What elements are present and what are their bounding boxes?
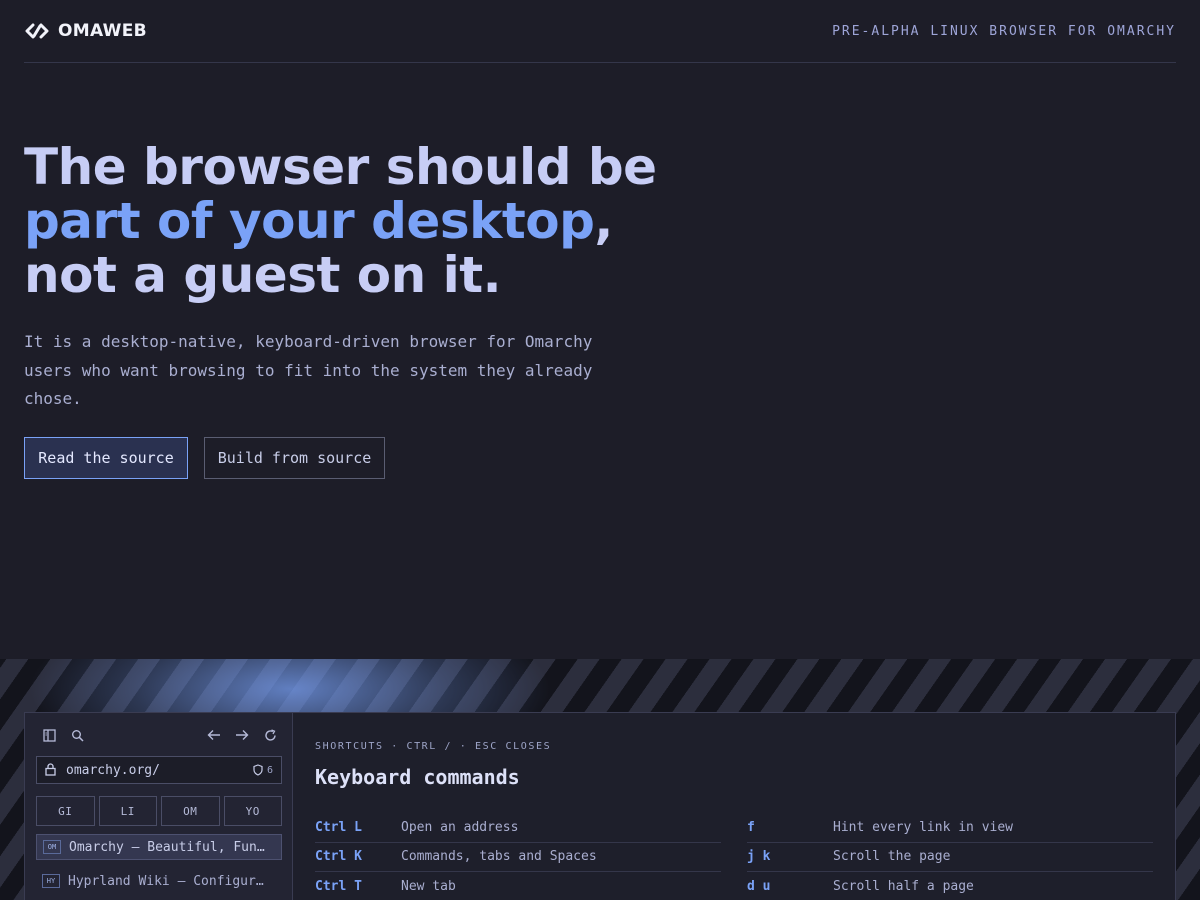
tab-title: Omarchy — Beautiful, Fun… [69,839,265,855]
hero-title-comma: , [594,192,613,250]
tab-favicon: HY [42,874,60,888]
shortcut-row: Ctrl K Commands, tabs and Spaces [315,843,721,872]
shortcuts-column-left: Ctrl L Open an address Ctrl K Commands, … [315,813,721,900]
lock-icon [45,761,56,780]
shield-icon [253,764,263,776]
shortcuts-panel: SHORTCUTS · CTRL / · ESC CLOSES Keyboard… [293,713,1175,900]
shortcut-description: Hint every link in view [833,819,1014,835]
spaces-switcher: GI LI OM YO [36,796,282,826]
shortcut-description: Open an address [401,819,519,835]
shortcut-key: Ctrl K [315,849,362,865]
shortcuts-column-right: f Hint every link in view j k Scroll the… [747,813,1153,900]
shortcut-row: f Hint every link in view [747,813,1153,843]
space-om[interactable]: OM [161,796,220,826]
tab-hyprland[interactable]: HY Hyprland Wiki — Configur… [36,868,282,894]
browser-window-preview: omarchy.org/ 6 GI LI OM YO OM Omarchy — … [24,712,1176,900]
shortcut-key: f [747,819,755,835]
hero-title-line1: The browser should be [24,138,657,196]
space-li[interactable]: LI [98,796,157,826]
shortcuts-title: Keyboard commands [315,765,520,789]
tab-title: Hyprland Wiki — Configur… [68,873,264,889]
shortcut-row: Ctrl L Open an address [315,813,721,843]
tab-favicon: OM [43,840,61,854]
forward-arrow-icon[interactable] [232,725,252,745]
shortcut-description: New tab [401,878,456,894]
brand[interactable]: OMAWEB [24,21,147,41]
shortcut-key: d u [747,878,771,894]
shortcut-row: j k Scroll the page [747,843,1153,872]
browser-toolbar [25,725,292,745]
shortcut-key: j k [747,849,771,865]
shortcut-row: d u Scroll half a page [747,872,1153,900]
omaweb-logo-icon [24,23,50,39]
tracker-shield[interactable]: 6 [253,764,273,776]
shortcuts-kicker: SHORTCUTS · CTRL / · ESC CLOSES [315,741,552,752]
read-source-button[interactable]: Read the source [24,437,188,479]
address-url: omarchy.org/ [66,762,160,778]
search-icon[interactable] [67,725,87,745]
sidebar-toggle-icon[interactable] [39,725,59,745]
shortcut-description: Scroll half a page [833,878,974,894]
hero-description: It is a desktop-native, keyboard-driven … [24,332,593,408]
shortcut-description: Commands, tabs and Spaces [401,849,597,865]
tab-omarchy[interactable]: OM Omarchy — Beautiful, Fun… [36,834,282,860]
build-source-button[interactable]: Build from source [204,437,385,479]
site-header: OMAWEB PRE-ALPHA LINUX BROWSER FOR OMARC… [24,0,1176,63]
space-yo[interactable]: YO [223,796,282,826]
hero-title-accent: part of your desktop [24,192,595,250]
browser-sidebar: omarchy.org/ 6 GI LI OM YO OM Omarchy — … [25,713,293,900]
back-arrow-icon[interactable] [204,725,224,745]
blocked-count: 6 [266,764,273,776]
shortcut-row: Ctrl T New tab [315,872,721,900]
hero-title-line3: not a guest on it. [24,246,502,304]
shortcut-key: Ctrl T [315,878,362,894]
brand-name: OMAWEB [58,21,147,41]
hero-title: The browser should be part of your deskt… [24,140,664,302]
shortcut-key: Ctrl L [315,819,362,835]
address-bar[interactable]: omarchy.org/ 6 [36,756,282,784]
space-gi[interactable]: GI [36,796,95,826]
reload-icon[interactable] [260,725,280,745]
tagline: PRE-ALPHA LINUX BROWSER FOR OMARCHY [832,23,1176,39]
shortcut-description: Scroll the page [833,849,951,865]
